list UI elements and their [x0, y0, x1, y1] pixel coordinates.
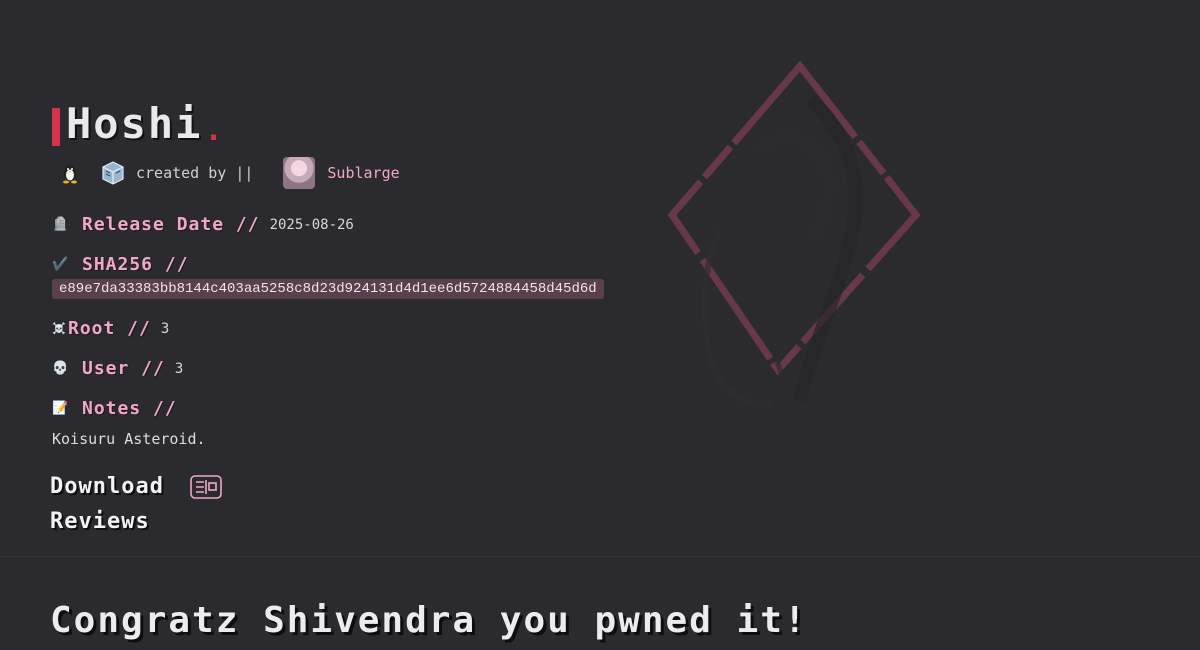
checkmark-icon: ✔️	[52, 257, 69, 272]
sha256-label: SHA256 //	[82, 254, 189, 275]
skull-icon: 💀	[52, 361, 69, 376]
creator-avatar[interactable]	[283, 157, 316, 189]
user-value: 3	[174, 360, 184, 377]
skull-crossbones-icon: ☠️	[52, 322, 66, 335]
notes-text: Koisuru Asteroid.	[52, 430, 206, 448]
creator-name-link[interactable]: Sublarge	[327, 164, 399, 182]
release-date-value: 2025-08-26	[269, 216, 354, 233]
machine-title: Hoshi	[66, 99, 203, 148]
diamond-logo-icon	[667, 60, 921, 408]
root-value: 3	[160, 320, 170, 337]
machine-page: Hoshi . created by || Sublarge 🪦 Release…	[0, 0, 1200, 650]
notes-label: Notes //	[82, 398, 177, 419]
creator-row: created by || Sublarge	[58, 156, 400, 190]
download-link[interactable]: Download	[50, 474, 164, 499]
root-label: Root //	[68, 318, 151, 339]
tombstone-icon: 🪦	[52, 217, 69, 232]
user-label: User //	[82, 358, 165, 379]
linux-penguin-icon	[58, 161, 82, 185]
congrats-heading: Congratz Shivendra you pwned it!	[50, 600, 808, 641]
notes-row: 📝 Notes //	[52, 398, 177, 419]
download-row: Download	[50, 474, 222, 499]
root-row: ☠️ Root // 3	[52, 318, 169, 339]
section-divider	[0, 556, 1200, 557]
reviews-link[interactable]: Reviews	[50, 509, 150, 534]
title-accent-bar	[52, 108, 60, 146]
title-dot: .	[204, 113, 223, 148]
title-row: Hoshi .	[52, 102, 223, 146]
memo-icon: 📝	[52, 401, 69, 416]
release-date-row: 🪦 Release Date // 2025-08-26	[52, 214, 354, 235]
card-icon[interactable]	[190, 474, 222, 499]
sha256-value[interactable]: e89e7da33383bb8144c403aa5258c8d23d924131…	[52, 279, 604, 299]
virtualbox-icon	[100, 160, 126, 186]
user-row: 💀 User // 3	[52, 358, 183, 379]
release-date-label: Release Date //	[82, 214, 260, 235]
created-by-label: created by ||	[136, 164, 254, 182]
sha256-row: ✔️ SHA256 //	[52, 254, 189, 275]
